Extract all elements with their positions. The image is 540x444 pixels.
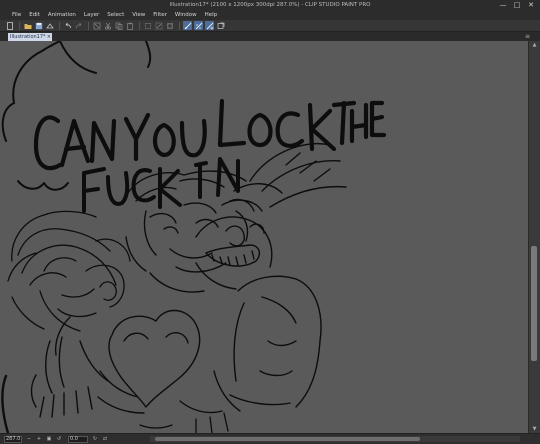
menu-animation[interactable]: Animation (44, 10, 80, 20)
navigator-status-bar: 287.0 − + ▣ ↺ 0.0 ↻ ⇄ (0, 433, 540, 444)
window-controls: — □ ✕ (496, 0, 538, 10)
new-file-icon[interactable] (5, 21, 14, 30)
minimize-button[interactable]: — (496, 0, 510, 10)
menu-file[interactable]: File (8, 10, 25, 20)
tab-label: Illustration17* (10, 34, 46, 40)
refresh-icon[interactable] (216, 21, 225, 30)
menu-help[interactable]: Help (201, 10, 222, 20)
paste-icon[interactable] (125, 21, 134, 30)
drawing-canvas[interactable] (0, 41, 528, 433)
toolbar-divider (59, 21, 60, 30)
title-bar: Illustration17* (2100 x 1200px 300dpi 28… (0, 0, 540, 10)
save-icon[interactable] (34, 21, 43, 30)
invert-selection-icon[interactable] (165, 21, 174, 30)
toolbar-divider (139, 21, 140, 30)
export-icon[interactable] (45, 21, 54, 30)
window-title: Illustration17* (2100 x 1200px 300dpi 28… (169, 2, 371, 8)
menu-edit[interactable]: Edit (25, 10, 44, 20)
maximize-button[interactable]: □ (510, 0, 524, 10)
menu-window[interactable]: Window (171, 10, 201, 20)
toolbar-divider (19, 21, 20, 30)
horizontal-scrollbar[interactable] (150, 436, 520, 442)
rotation-input[interactable]: 0.0 (68, 435, 88, 443)
tab-menu-icon[interactable]: ≡ (525, 32, 530, 41)
open-icon[interactable] (23, 21, 32, 30)
menu-layer[interactable]: Layer (80, 10, 103, 20)
transform-icon[interactable] (143, 21, 152, 30)
close-button[interactable]: ✕ (524, 0, 538, 10)
cut-icon[interactable] (103, 21, 112, 30)
fit-icon[interactable]: ▣ (45, 435, 53, 443)
zoom-in-icon[interactable]: + (35, 435, 43, 443)
scroll-up-icon[interactable]: ▲ (529, 41, 540, 49)
vertical-scrollbar[interactable]: ▲ ▼ (528, 41, 540, 433)
tab-close-icon[interactable]: × (47, 33, 51, 41)
flip-icon[interactable]: ⇄ (101, 435, 109, 443)
command-bar (0, 20, 540, 32)
toolbar-divider (179, 21, 180, 30)
tab-illustration17[interactable]: Illustration17* × (8, 33, 52, 41)
menu-filter[interactable]: Filter (149, 10, 171, 20)
deselect-icon[interactable] (154, 21, 163, 30)
menu-bar: File Edit Animation Layer Select View Fi… (0, 10, 540, 20)
rotate-right-icon[interactable]: ↻ (91, 435, 99, 443)
clear-icon[interactable] (92, 21, 101, 30)
vertical-scroll-thumb[interactable] (531, 246, 537, 361)
rotate-left-icon[interactable]: ↺ (55, 435, 63, 443)
horizontal-scroll-thumb[interactable] (155, 437, 420, 441)
snap-grid-icon[interactable] (194, 21, 203, 30)
redo-icon[interactable] (74, 21, 83, 30)
document-tab-bar: Illustration17* × ≡ (0, 32, 540, 41)
scroll-down-icon[interactable]: ▼ (529, 425, 540, 433)
snap-ruler-icon[interactable] (183, 21, 192, 30)
toolbar-divider (88, 21, 89, 30)
menu-view[interactable]: View (128, 10, 149, 20)
snap-special-icon[interactable] (205, 21, 214, 30)
zoom-input[interactable]: 287.0 (4, 435, 22, 443)
copy-icon[interactable] (114, 21, 123, 30)
menu-select[interactable]: Select (103, 10, 128, 20)
zoom-out-icon[interactable]: − (25, 435, 33, 443)
undo-icon[interactable] (63, 21, 72, 30)
sketch-artwork (1, 41, 387, 433)
